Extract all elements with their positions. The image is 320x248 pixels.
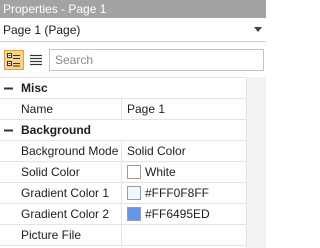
property-label: Gradient Color 1 (0, 182, 122, 204)
property-row-name[interactable]: Name Page 1 (0, 98, 246, 120)
search-input[interactable] (50, 50, 263, 70)
color-swatch (127, 207, 141, 221)
panel-title: Properties - Page 1 (0, 0, 266, 18)
vertical-scrollbar[interactable] (246, 77, 266, 248)
property-value-background-mode[interactable]: Solid Color (122, 141, 246, 162)
category-background[interactable]: Background (0, 120, 246, 141)
object-selector-value: Page 1 (Page) (3, 22, 81, 37)
property-label: Picture File (0, 224, 122, 246)
categorized-icon (7, 53, 20, 67)
properties-panel: Properties - Page 1 Page 1 (Page) Search… (0, 0, 266, 248)
collapse-icon[interactable] (0, 120, 16, 141)
chevron-down-icon[interactable] (254, 27, 262, 32)
property-row-picture-file[interactable]: Picture File (0, 224, 246, 246)
alphabetical-view-button[interactable] (26, 50, 46, 70)
property-value-solid-color[interactable]: White (122, 162, 246, 183)
property-label: Gradient Color 2 (0, 203, 122, 225)
color-swatch (127, 186, 141, 200)
property-value-gradient-color-2[interactable]: #FF6495ED (122, 204, 246, 225)
alphabetical-list-icon (30, 54, 42, 66)
category-label: Misc (21, 81, 48, 95)
property-grid: Misc Name Page 1 Background Background M… (0, 77, 246, 246)
property-row-gradient-color-2[interactable]: Gradient Color 2 #FF6495ED (0, 203, 246, 225)
property-value-text: Solid Color (127, 144, 186, 158)
property-row-gradient-color-1[interactable]: Gradient Color 1 #FFF0F8FF (0, 182, 246, 204)
property-row-background-mode[interactable]: Background Mode Solid Color (0, 140, 246, 162)
property-row-solid-color[interactable]: Solid Color White (0, 161, 246, 183)
property-toolbar (0, 46, 266, 74)
property-label: Background Mode (0, 140, 122, 162)
property-value-picture-file[interactable] (122, 225, 246, 246)
property-value-name[interactable]: Page 1 (122, 99, 246, 120)
category-label: Background (21, 123, 92, 137)
categorized-view-button[interactable] (4, 50, 24, 70)
property-value-text: #FFF0F8FF (145, 186, 210, 200)
property-value-gradient-color-1[interactable]: #FFF0F8FF (122, 183, 246, 204)
object-selector[interactable]: Page 1 (Page) (0, 18, 266, 42)
property-label: Solid Color (0, 161, 122, 183)
property-value-text: White (145, 165, 176, 179)
property-value-text: Page 1 (127, 102, 166, 116)
category-misc[interactable]: Misc (0, 78, 246, 99)
property-search[interactable] (49, 49, 264, 71)
property-label: Name (0, 98, 122, 120)
property-value-text: #FF6495ED (145, 207, 210, 221)
color-swatch (127, 165, 141, 179)
collapse-icon[interactable] (0, 78, 16, 99)
